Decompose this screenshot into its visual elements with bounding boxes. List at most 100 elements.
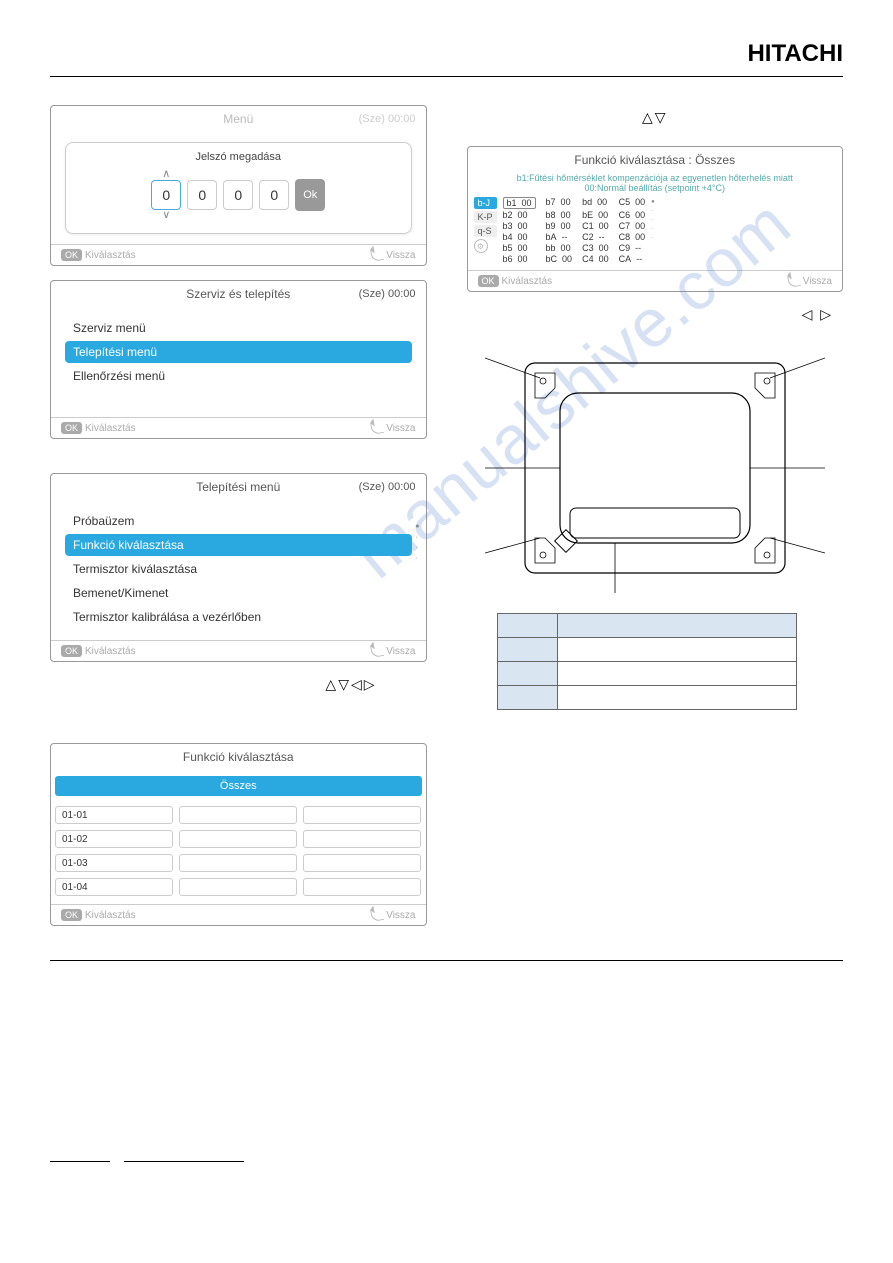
param-cell[interactable]: bA -- xyxy=(546,232,573,242)
param-cell[interactable]: b4 00 xyxy=(503,232,536,242)
foot-select: OKKiválasztás xyxy=(61,645,136,657)
unit-cell[interactable] xyxy=(179,830,297,848)
foot-back: Vissza xyxy=(371,909,415,921)
function-select-panel: Funkció kiválasztása Összes 01-01 01-02 01… xyxy=(50,743,427,926)
ok-pill-icon: OK xyxy=(61,249,82,261)
pwd-digit-2[interactable]: 0 xyxy=(187,180,217,210)
pwd-digit-3[interactable]: 0 xyxy=(223,180,253,210)
param-cell[interactable]: C9 -- xyxy=(619,243,646,253)
nav-arrows-right: ◁ ▷ xyxy=(467,306,844,323)
ok-pill-icon: OK xyxy=(478,275,499,287)
select-label: Kiválasztás xyxy=(85,250,136,261)
param-cell[interactable]: b7 00 xyxy=(546,197,573,209)
foot-back: Vissza xyxy=(371,645,415,657)
param-cell[interactable]: C6 00 xyxy=(619,210,646,220)
undo-icon xyxy=(370,644,384,658)
param-cell[interactable]: C7 00 xyxy=(619,221,646,231)
param-cell[interactable]: b9 00 xyxy=(546,221,573,231)
brand-logo: HITACHI xyxy=(50,40,843,76)
menu-item[interactable]: Próbaüzem xyxy=(65,510,412,532)
pwd-digit-1[interactable]: 0 xyxy=(151,180,181,210)
nav-arrows-top: △▽ xyxy=(467,109,844,126)
foot-back: Vissza xyxy=(788,275,832,287)
ok-pill-icon: OK xyxy=(61,909,82,921)
bottom-rule xyxy=(50,960,843,961)
down-arrow-icon[interactable]: ∨ xyxy=(162,210,170,221)
param-cell[interactable]: bb 00 xyxy=(546,243,573,253)
menu-item[interactable]: Ellenőrzési menü xyxy=(65,365,412,387)
top-rule xyxy=(50,76,843,77)
footer-rule xyxy=(50,1161,843,1162)
back-label: Vissza xyxy=(386,423,415,434)
menu-item[interactable]: Szerviz menü xyxy=(65,317,412,339)
select-label: Kiválasztás xyxy=(85,423,136,434)
param-cell[interactable]: bE 00 xyxy=(582,210,609,220)
spec-table xyxy=(497,613,797,710)
panel1-title-text: Menü xyxy=(223,112,253,126)
param-cell[interactable]: b5 00 xyxy=(503,243,536,253)
param-cell[interactable]: bC 00 xyxy=(546,254,573,264)
range-tab[interactable]: b-J xyxy=(474,197,497,209)
foot-select: OKKiválasztás xyxy=(478,275,553,287)
menu-item[interactable]: Termisztor kiválasztása xyxy=(65,558,412,580)
param-cell[interactable]: b8 00 xyxy=(546,210,573,220)
range-tab[interactable]: q-S xyxy=(474,225,497,237)
password-prompt: Jelszó megadása xyxy=(80,151,397,163)
param-cell[interactable]: C8 00 xyxy=(619,232,646,242)
param-cell[interactable]: b6 00 xyxy=(503,254,536,264)
panel5-subtitle-1: b1:Fűtési hőmérséklet kompenzációja az e… xyxy=(468,173,843,183)
param-cell[interactable]: C2 -- xyxy=(582,232,609,242)
foot-select: OKKiválasztás xyxy=(61,422,136,434)
panel5-title: Funkció kiválasztása : Összes xyxy=(468,147,843,173)
undo-icon xyxy=(787,274,801,288)
up-arrow-icon[interactable]: ∧ xyxy=(162,169,170,180)
param-cell[interactable]: C3 00 xyxy=(582,243,609,253)
menu-item[interactable]: Telepítési menü xyxy=(65,341,412,363)
unit-cell[interactable]: 01-01 xyxy=(55,806,173,824)
unit-cell[interactable]: 01-04 xyxy=(55,878,173,896)
unit-cell[interactable] xyxy=(303,878,421,896)
password-card: Jelszó megadása ∧ 0 ∨ 0 0 0 Ok xyxy=(65,142,412,234)
menu-item[interactable]: Termisztor kalibrálása a vezérlőben xyxy=(65,606,412,628)
unit-cell[interactable] xyxy=(303,806,421,824)
param-cell[interactable]: b3 00 xyxy=(503,221,536,231)
foot-back: Vissza xyxy=(371,422,415,434)
gear-icon[interactable]: ⚙ xyxy=(474,239,488,253)
back-label: Vissza xyxy=(386,250,415,261)
unit-cell[interactable] xyxy=(303,830,421,848)
all-button[interactable]: Összes xyxy=(55,776,422,796)
unit-cell[interactable] xyxy=(179,854,297,872)
panel5-subtitle-2: 00:Normál beállítás (setpoint +4°C) xyxy=(468,183,843,193)
param-cell[interactable]: b2 00 xyxy=(503,210,536,220)
foot-select: OKKiválasztás xyxy=(61,909,136,921)
param-cell[interactable]: CA -- xyxy=(619,254,646,264)
param-cell[interactable]: b1 00 xyxy=(503,197,536,209)
unit-cell[interactable]: 01-03 xyxy=(55,854,173,872)
menu-item[interactable]: Funkció kiválasztása xyxy=(65,534,412,556)
scroll-dots: ●··· xyxy=(415,522,419,564)
back-label: Vissza xyxy=(803,276,832,287)
panel2-title: Szerviz és telepítés (Sze) 00:00 xyxy=(51,281,426,307)
undo-icon xyxy=(370,248,384,262)
service-panel: Szerviz és telepítés (Sze) 00:00 Szerviz… xyxy=(50,280,427,439)
panel2-title-text: Szerviz és telepítés xyxy=(186,287,290,301)
panel1-foot-select: OK Kiválasztás xyxy=(61,249,136,261)
range-tab[interactable]: K-P xyxy=(474,211,497,223)
param-cell[interactable]: C5 00 xyxy=(619,197,646,209)
unit-cell[interactable] xyxy=(179,878,297,896)
function-all-panel: Funkció kiválasztása : Összes b1:Fűtési … xyxy=(467,146,844,292)
unit-cell[interactable] xyxy=(303,854,421,872)
panel3-title-text: Telepítési menü xyxy=(196,480,280,494)
unit-cell[interactable] xyxy=(179,806,297,824)
param-cell[interactable]: C4 00 xyxy=(582,254,609,264)
undo-icon xyxy=(370,421,384,435)
panel4-title: Funkció kiválasztása xyxy=(51,744,426,770)
panel3-title: Telepítési menü (Sze) 00:00 xyxy=(51,474,426,500)
param-cell[interactable]: bd 00 xyxy=(582,197,609,209)
pwd-digit-4[interactable]: 0 xyxy=(259,180,289,210)
param-cell[interactable]: C1 00 xyxy=(582,221,609,231)
undo-icon xyxy=(370,908,384,922)
pwd-ok-button[interactable]: Ok xyxy=(295,179,325,211)
unit-cell[interactable]: 01-02 xyxy=(55,830,173,848)
menu-item[interactable]: Bemenet/Kimenet xyxy=(65,582,412,604)
